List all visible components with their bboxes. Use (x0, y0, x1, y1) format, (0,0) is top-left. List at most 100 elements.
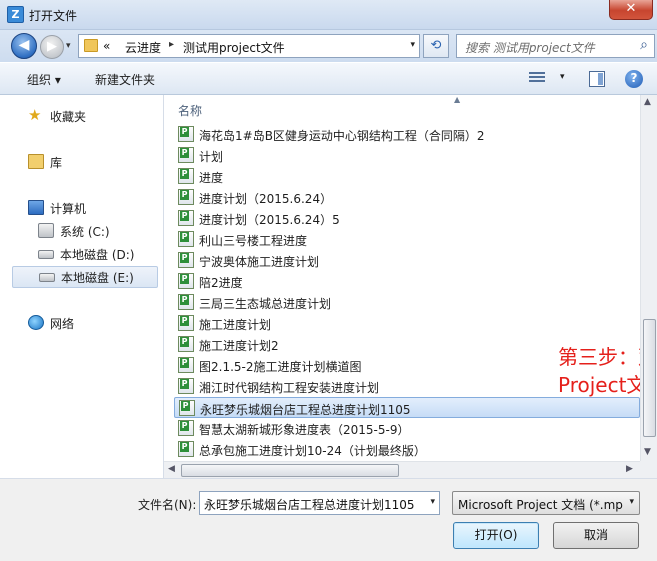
sidebar-item-label: 收藏夹 (50, 110, 87, 124)
refresh-button[interactable]: ⟲ (423, 34, 449, 58)
search-icon[interactable]: ⌕ (640, 37, 648, 53)
file-row[interactable]: 进度计划（2015.6.24） (174, 187, 640, 208)
project-file-icon (178, 168, 194, 184)
file-name: 图2.1.5-2施工进度计划横道图 (199, 360, 362, 374)
project-file-icon (178, 210, 194, 226)
file-row[interactable]: 利山三号楼工程进度 (174, 229, 640, 250)
toolbar: 组织 ▾ 新建文件夹 ▾ ? (0, 62, 657, 95)
filetype-select[interactable]: Microsoft Project 文档 (*.mp ▾ (452, 491, 640, 515)
project-file-icon (178, 420, 194, 436)
horizontal-scrollbar[interactable]: ◀ ▶ (164, 461, 640, 478)
search-input[interactable]: 搜索 测试用project文件 ⌕ (456, 34, 655, 58)
scroll-right-icon[interactable]: ▶ (626, 464, 633, 474)
new-folder-button[interactable]: 新建文件夹 (95, 71, 155, 88)
filetype-dropdown-icon[interactable]: ▾ (629, 497, 634, 507)
file-row[interactable]: 海花岛1#岛B区健身运动中心钢结构工程（合同隔）2 (174, 124, 640, 145)
open-button[interactable]: 打开(O) (453, 522, 539, 549)
file-name: 施工进度计划 (199, 318, 272, 332)
sidebar-item-libraries[interactable]: 库 (12, 152, 152, 172)
file-name: 进度 (199, 171, 224, 185)
window-title: 打开文件 (29, 9, 78, 23)
horizontal-scroll-thumb[interactable] (181, 464, 399, 477)
project-file-icon (178, 315, 194, 331)
preview-pane-icon[interactable] (589, 71, 605, 87)
system-drive-icon (38, 223, 54, 238)
library-icon (28, 154, 44, 169)
file-list[interactable]: 名称 ▲ 海花岛1#岛B区健身运动中心钢结构工程（合同隔）2 计划进度进度计划（2… (164, 95, 640, 461)
file-row[interactable]: 宁波奥体施工进度计划 (174, 250, 640, 271)
filename-value: 永旺梦乐城烟台店工程总进度计划1105 (204, 498, 415, 512)
scroll-up-icon[interactable]: ▲ (644, 97, 651, 107)
project-file-icon (178, 231, 194, 247)
file-name: 永旺梦乐城烟台店工程总进度计划1105 (200, 403, 411, 417)
file-row[interactable]: 三局三生态城总进度计划 (174, 292, 640, 313)
sidebar-item-label: 系统 (C:) (60, 225, 110, 239)
file-name: 三局三生态城总进度计划 (199, 297, 332, 311)
forward-button[interactable]: ▶ (40, 35, 64, 59)
file-name: 利山三号楼工程进度 (199, 234, 308, 248)
breadcrumb-separator-icon[interactable]: ▸ (169, 39, 174, 50)
vertical-scrollbar[interactable]: ▲ ▼ (640, 95, 657, 461)
drive-icon (38, 250, 54, 259)
project-file-icon (178, 441, 194, 457)
drive-icon (39, 273, 55, 282)
file-name-area: 文件名(N): 永旺梦乐城烟台店工程总进度计划1105 ▾ Microsoft … (0, 478, 657, 561)
scroll-down-icon[interactable]: ▼ (644, 447, 651, 457)
address-bar[interactable]: « 云进度 ▸ 测试用project文件 ▾ (78, 34, 420, 58)
close-button[interactable]: ✕ (609, 0, 653, 20)
project-file-icon (178, 357, 194, 373)
view-dropdown-icon[interactable]: ▾ (560, 72, 565, 82)
sort-ascending-icon: ▲ (454, 95, 461, 104)
title-bar: Z 打开文件 ✕ (0, 0, 657, 30)
file-row[interactable]: 进度计划（2015.6.24）5 (174, 208, 640, 229)
project-file-icon (178, 294, 194, 310)
project-file-icon (178, 126, 194, 142)
history-dropdown-icon[interactable]: ▾ (66, 41, 71, 51)
filename-dropdown-icon[interactable]: ▾ (430, 497, 435, 507)
file-row[interactable]: 总承包施工进度计划10-24（计划最终版） (174, 439, 640, 460)
sidebar-item-drive-e[interactable]: 本地磁盘 (E:) (12, 266, 158, 288)
file-row[interactable]: 智慧太湖新城形象进度表（2015-5-9） (174, 418, 640, 439)
file-row[interactable]: 永旺梦乐城烟台店工程总进度计划1105 (174, 397, 640, 418)
column-header-name[interactable]: 名称 (178, 102, 202, 119)
vertical-scroll-thumb[interactable] (643, 319, 656, 437)
back-button[interactable]: ◀ (11, 33, 37, 59)
filename-label: 文件名(N): (138, 498, 197, 512)
scrollbar-corner (640, 461, 657, 478)
filename-field[interactable]: 永旺梦乐城烟台店工程总进度计划1105 ▾ (199, 491, 440, 515)
project-file-icon (179, 400, 195, 416)
file-name: 宁波奥体施工进度计划 (199, 255, 320, 269)
search-placeholder: 搜索 测试用project文件 (465, 41, 595, 55)
network-icon (28, 315, 44, 330)
organize-button[interactable]: 组织 ▾ (27, 71, 61, 88)
file-row[interactable]: 计划 (174, 145, 640, 166)
sidebar-item-label: 本地磁盘 (E:) (61, 271, 134, 285)
address-dropdown-icon[interactable]: ▾ (410, 40, 415, 50)
file-row[interactable]: 陪2进度 (174, 271, 640, 292)
view-icon[interactable] (529, 72, 545, 86)
sidebar-item-favorites[interactable]: ★ 收藏夹 (12, 106, 152, 126)
navigation-pane: ★ 收藏夹 库 计算机 系统 (C:) 本地磁盘 (D:) 本地磁盘 (E:) … (0, 95, 164, 487)
sidebar-item-computer[interactable]: 计算机 (12, 198, 152, 218)
app-icon: Z (7, 6, 24, 23)
filetype-value: Microsoft Project 文档 (*.mp (458, 498, 623, 512)
sidebar-item-network[interactable]: 网络 (12, 313, 152, 333)
help-icon[interactable]: ? (625, 70, 643, 88)
file-name: 施工进度计划2 (199, 339, 279, 353)
sidebar-item-drive-c[interactable]: 系统 (C:) (24, 221, 152, 241)
file-row[interactable]: 施工进度计划 (174, 313, 640, 334)
sidebar-item-label: 本地磁盘 (D:) (60, 248, 135, 262)
computer-icon (28, 200, 44, 215)
breadcrumb-item-yunjindu[interactable]: 云进度 (125, 39, 161, 56)
file-name: 湘江时代钢结构工程安装进度计划 (199, 381, 380, 395)
breadcrumb-overflow[interactable]: « (103, 39, 110, 53)
file-name: 计划 (199, 150, 224, 164)
breadcrumb-item-current[interactable]: 测试用project文件 (183, 39, 285, 56)
sidebar-item-label: 计算机 (50, 202, 87, 216)
sidebar-item-drive-d[interactable]: 本地磁盘 (D:) (24, 244, 152, 264)
project-file-icon (178, 252, 194, 268)
scroll-left-icon[interactable]: ◀ (168, 464, 175, 474)
file-name: 进度计划（2015.6.24） (199, 192, 333, 206)
file-row[interactable]: 进度 (174, 166, 640, 187)
cancel-button[interactable]: 取消 (553, 522, 639, 549)
